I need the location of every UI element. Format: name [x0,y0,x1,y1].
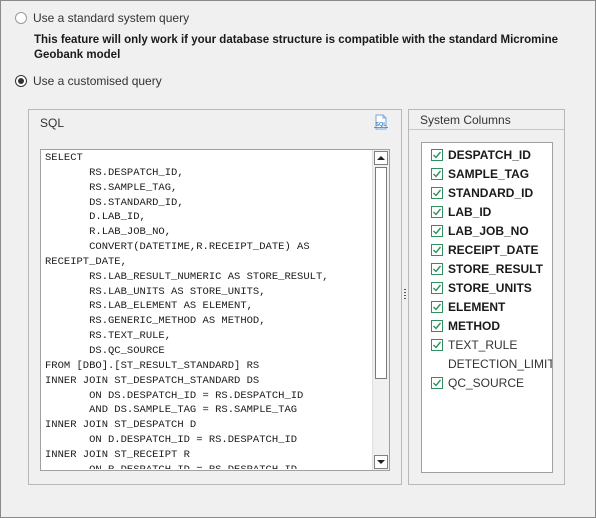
checkmark-icon [433,322,442,330]
standard-query-label: Use a standard system query [33,11,190,25]
column-item[interactable]: STORE_RESULT [431,261,543,277]
column-item[interactable]: ELEMENT [431,299,505,315]
column-checkbox[interactable] [431,339,443,351]
sql-file-icon[interactable]: SQL [373,114,389,130]
column-checkbox[interactable] [431,244,443,256]
scroll-thumb[interactable] [375,167,387,379]
checkmark-icon [433,189,442,197]
column-checkbox[interactable] [431,168,443,180]
column-item[interactable]: TEXT_RULE [431,337,517,353]
column-item[interactable]: RECEIPT_DATE [431,242,538,258]
column-label: RECEIPT_DATE [448,243,539,257]
column-item[interactable]: STANDARD_ID [431,185,533,201]
column-label: STANDARD_ID [448,186,534,200]
checkmark-icon [433,265,442,273]
sql-query-text[interactable]: SELECT RS.DESPATCH_ID, RS.SAMPLE_TAG, DS… [45,151,367,469]
column-item[interactable]: LAB_JOB_NO [431,223,529,239]
column-checkbox[interactable] [431,206,443,218]
column-item[interactable]: LAB_ID [431,204,491,220]
column-label: SAMPLE_TAG [448,167,530,181]
arrow-down-icon [377,460,385,464]
standard-query-radio[interactable] [15,12,27,24]
column-checkbox[interactable] [431,377,443,389]
checkmark-icon [433,208,442,216]
column-label: STORE_RESULT [448,262,543,276]
column-item[interactable]: SAMPLE_TAG [431,166,529,182]
system-columns-panel: System Columns DESPATCH_ID SAMPLE_TAG STAN… [408,109,565,485]
column-label: ELEMENT [448,300,506,314]
column-checkbox[interactable] [431,225,443,237]
system-columns-header: System Columns [409,110,564,130]
column-checkbox[interactable] [431,149,443,161]
column-label: QC_SOURCE [448,376,525,390]
column-item[interactable]: DESPATCH_ID [431,147,531,163]
column-item[interactable]: DETECTION_LIMIT [431,356,553,372]
arrow-up-icon [377,156,385,160]
checkmark-icon [433,284,442,292]
checkmark-icon [433,303,442,311]
column-item[interactable]: STORE_UNITS [431,280,532,296]
column-label: STORE_UNITS [448,281,532,295]
sql-editor[interactable]: SELECT RS.DESPATCH_ID, RS.SAMPLE_TAG, DS… [40,149,390,471]
sql-vertical-scrollbar[interactable] [372,150,389,470]
column-label: LAB_ID [448,205,492,219]
sql-panel: SQL SQL SELECT RS.DESPATCH_ID, RS.SAMPLE… [28,109,402,485]
column-item[interactable]: METHOD [431,318,500,334]
column-checkbox[interactable] [431,282,443,294]
column-label: TEXT_RULE [448,338,518,352]
panel-splitter[interactable] [404,289,406,301]
checkmark-icon [433,151,442,159]
sql-icon-text: SQL [375,122,387,128]
dialog-frame: Use a standard system query This feature… [0,0,596,518]
sql-panel-title: SQL [40,116,65,130]
column-label: LAB_JOB_NO [448,224,529,238]
checkmark-icon [433,379,442,387]
checkmark-icon [433,227,442,235]
column-label: DETECTION_LIMIT [448,357,553,371]
standard-query-note: This feature will only work if your data… [34,34,558,61]
scroll-up-button[interactable] [374,151,388,165]
checkmark-icon [433,170,442,178]
custom-query-radio[interactable] [15,75,27,87]
column-item[interactable]: QC_SOURCE [431,375,524,391]
scroll-down-button[interactable] [374,455,388,469]
system-columns-list: DESPATCH_ID SAMPLE_TAG STANDARD_ID LAB_ID LA… [421,142,553,473]
column-checkbox[interactable] [431,187,443,199]
column-checkbox[interactable] [431,301,443,313]
custom-query-option[interactable]: Use a customised query [15,73,162,89]
column-checkbox[interactable] [431,263,443,275]
checkmark-icon [433,246,442,254]
column-label: METHOD [448,319,500,333]
column-label: DESPATCH_ID [448,148,531,162]
checkmark-icon [433,341,442,349]
column-checkbox[interactable] [431,320,443,332]
custom-query-label: Use a customised query [33,74,162,88]
standard-query-option[interactable]: Use a standard system query [15,10,189,26]
system-columns-title: System Columns [420,113,511,127]
